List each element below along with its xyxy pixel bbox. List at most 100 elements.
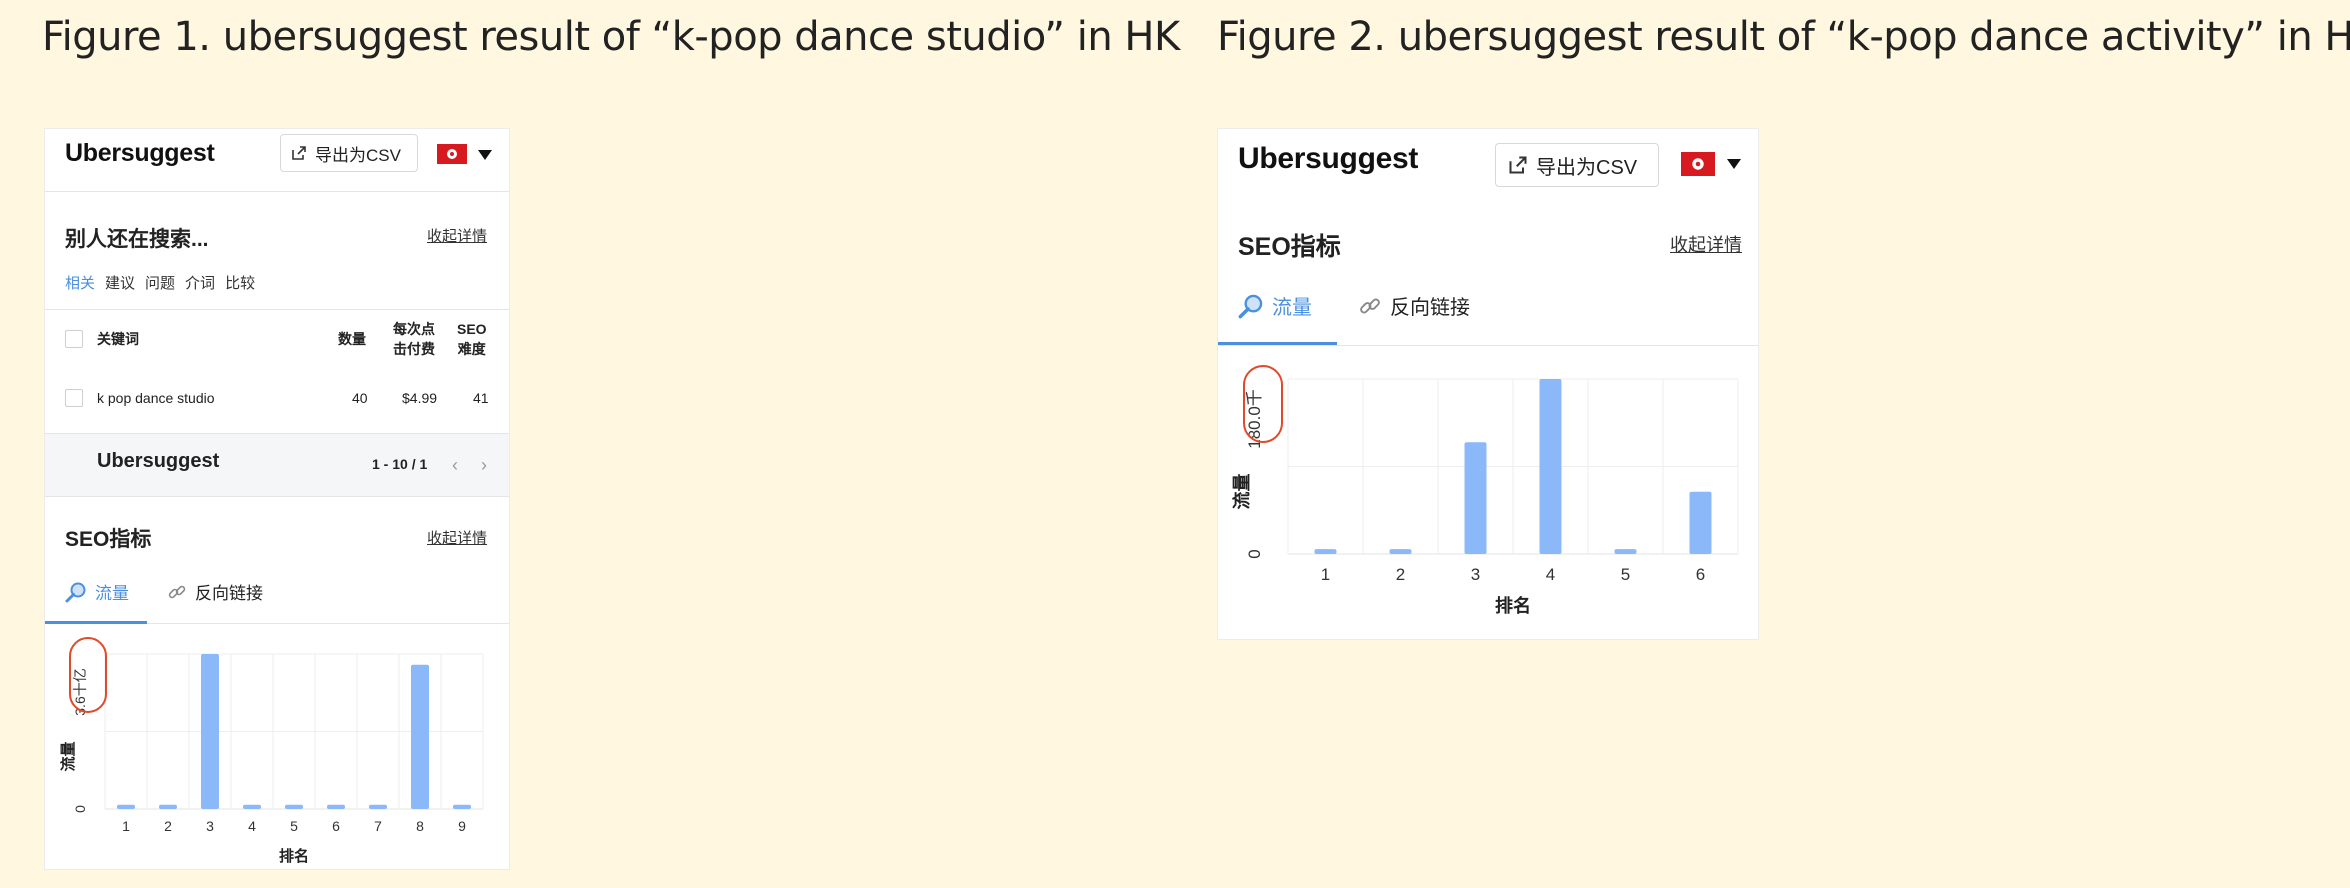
- x-tick-label: 2: [164, 818, 172, 834]
- bar-rank-3[interactable]: [1464, 442, 1487, 554]
- row-seo-difficulty: 41: [473, 390, 489, 406]
- seo-metrics-title: SEO指标: [1238, 233, 1341, 261]
- keyword-table-header: 关键词 数量 每次点 击付费 SEO 难度: [45, 309, 509, 369]
- bar-rank-1[interactable]: [117, 804, 135, 809]
- share-icon: [1509, 156, 1527, 174]
- select-all-checkbox[interactable]: [65, 330, 83, 348]
- bar-rank-8[interactable]: [411, 664, 429, 809]
- bar-rank-7[interactable]: [369, 804, 387, 809]
- x-tick-label: 4: [248, 818, 256, 834]
- magnifier-icon: [65, 582, 86, 602]
- x-tick-label: 1: [122, 818, 130, 834]
- traffic-rank-chart: 1 2 3 4 5 6 7 8 903.6十亿流量排名: [59, 653, 484, 865]
- tab-backlinks[interactable]: 反向链接: [167, 579, 263, 604]
- x-tick-label: 6: [1696, 565, 1705, 584]
- sub-tab-suggestions[interactable]: 建议: [105, 272, 135, 293]
- col-volume[interactable]: 数量: [338, 329, 366, 349]
- export-csv-label: 导出为CSV: [315, 145, 401, 165]
- x-axis-label: 排名: [279, 847, 309, 865]
- col-keyword[interactable]: 关键词: [97, 329, 139, 349]
- export-csv-button[interactable]: 导出为CSV: [280, 134, 418, 172]
- col-cpc[interactable]: 每次点 击付费: [393, 319, 435, 359]
- chevron-right-icon[interactable]: ›: [481, 455, 487, 476]
- link-icon: [1360, 298, 1380, 313]
- tab-traffic-label: 流量: [1272, 297, 1312, 319]
- bar-rank-3[interactable]: [201, 654, 219, 809]
- x-tick-label: 7: [374, 818, 382, 834]
- sub-tab-related[interactable]: 相关: [65, 272, 95, 293]
- x-tick-label: 5: [290, 818, 298, 834]
- x-tick-label: 5: [1621, 565, 1630, 584]
- pager-range: 1 - 10 / 1: [372, 456, 428, 472]
- table-row: k pop dance studio 40 $4.99 41: [45, 369, 509, 429]
- x-tick-label: 3: [1471, 565, 1480, 584]
- pagination-bar: Ubersuggest 1 - 10 / 1 ‹ ›: [45, 433, 509, 497]
- collapse-details-link[interactable]: 收起详情: [1670, 231, 1742, 257]
- ubersuggest-panel-1: Ubersuggest 导出为CSV 别人还在搜索... 收起详情 相关 建议 …: [44, 128, 510, 870]
- tab-traffic-label: 流量: [95, 584, 129, 603]
- row-cpc: $4.99: [402, 390, 438, 406]
- col-seo-difficulty[interactable]: SEO 难度: [457, 319, 487, 359]
- traffic-rank-chart: 1 2 3 4 5 60180.0千流量排名: [1231, 378, 1739, 616]
- collapse-details-link[interactable]: 收起详情: [427, 225, 487, 246]
- x-tick-label: 4: [1546, 565, 1555, 584]
- ubersuggest-logo[interactable]: Ubersuggest: [1238, 142, 1418, 176]
- y-tick-label-zero: 0: [1245, 549, 1264, 558]
- sub-tab-comparisons[interactable]: 比较: [225, 272, 255, 293]
- bar-rank-5[interactable]: [1614, 549, 1637, 554]
- sub-tab-questions[interactable]: 问题: [145, 272, 175, 293]
- tab-backlinks[interactable]: 反向链接: [1358, 291, 1470, 320]
- chevron-down-icon[interactable]: [478, 150, 492, 160]
- tab-backlinks-label: 反向链接: [195, 584, 263, 603]
- y-tick-label-zero: 0: [72, 805, 88, 813]
- tab-traffic[interactable]: 流量: [1238, 291, 1312, 320]
- x-axis-label: 排名: [1495, 595, 1531, 616]
- y-axis-label: 流量: [59, 741, 77, 771]
- col-seo-line2: 难度: [457, 341, 486, 357]
- active-tab-indicator: [1218, 342, 1337, 345]
- col-cpc-line2: 击付费: [393, 341, 435, 357]
- row-volume: 40: [352, 390, 368, 406]
- sub-tab-prepositions[interactable]: 介词: [185, 272, 215, 293]
- highlight-oval: [1243, 365, 1283, 443]
- hong-kong-flag-icon[interactable]: [437, 144, 467, 164]
- bar-rank-2[interactable]: [159, 804, 177, 809]
- pager-ubersuggest-logo: Ubersuggest: [97, 450, 220, 472]
- x-tick-label: 2: [1396, 565, 1405, 584]
- link-icon: [168, 585, 186, 598]
- ubersuggest-panel-2: Ubersuggest 导出为CSV SEO指标 收起详情 流量 反向链接 1 2…: [1217, 128, 1759, 640]
- x-tick-label: 8: [416, 818, 424, 834]
- tabs-divider: [1218, 345, 1758, 346]
- keyword-sub-tabs: 相关 建议 问题 介词 比较: [65, 272, 255, 293]
- row-keyword[interactable]: k pop dance studio: [97, 390, 215, 406]
- others-search-title: 别人还在搜索...: [65, 228, 209, 251]
- bar-rank-5[interactable]: [285, 804, 303, 809]
- ubersuggest-logo[interactable]: Ubersuggest: [65, 139, 215, 168]
- row-checkbox[interactable]: [65, 389, 83, 407]
- export-csv-label: 导出为CSV: [1536, 156, 1638, 179]
- x-tick-label: 3: [206, 818, 214, 834]
- export-csv-button[interactable]: 导出为CSV: [1495, 143, 1659, 187]
- figure-2-title: Figure 2. ubersuggest result of “k-pop d…: [1217, 14, 2350, 60]
- highlight-oval: [69, 637, 107, 713]
- bar-rank-6[interactable]: [1689, 491, 1712, 554]
- tab-backlinks-label: 反向链接: [1390, 297, 1470, 319]
- active-tab-indicator: [45, 621, 147, 624]
- bar-rank-1[interactable]: [1314, 549, 1337, 554]
- x-tick-label: 6: [332, 818, 340, 834]
- x-tick-label: 9: [458, 818, 466, 834]
- col-cpc-line1: 每次点: [393, 321, 435, 337]
- bar-rank-4[interactable]: [243, 804, 261, 809]
- bar-rank-2[interactable]: [1389, 549, 1412, 554]
- chevron-down-icon[interactable]: [1727, 159, 1741, 169]
- collapse-details-link[interactable]: 收起详情: [427, 527, 487, 548]
- bar-rank-6[interactable]: [327, 804, 345, 809]
- hong-kong-flag-icon[interactable]: [1681, 152, 1715, 176]
- chevron-left-icon[interactable]: ‹: [452, 455, 458, 476]
- bar-rank-9[interactable]: [453, 804, 471, 809]
- share-icon: [292, 146, 306, 160]
- bar-rank-4[interactable]: [1539, 379, 1562, 554]
- col-seo-line1: SEO: [457, 321, 487, 337]
- seo-metrics-title: SEO指标: [65, 528, 152, 551]
- tab-traffic[interactable]: 流量: [65, 579, 129, 604]
